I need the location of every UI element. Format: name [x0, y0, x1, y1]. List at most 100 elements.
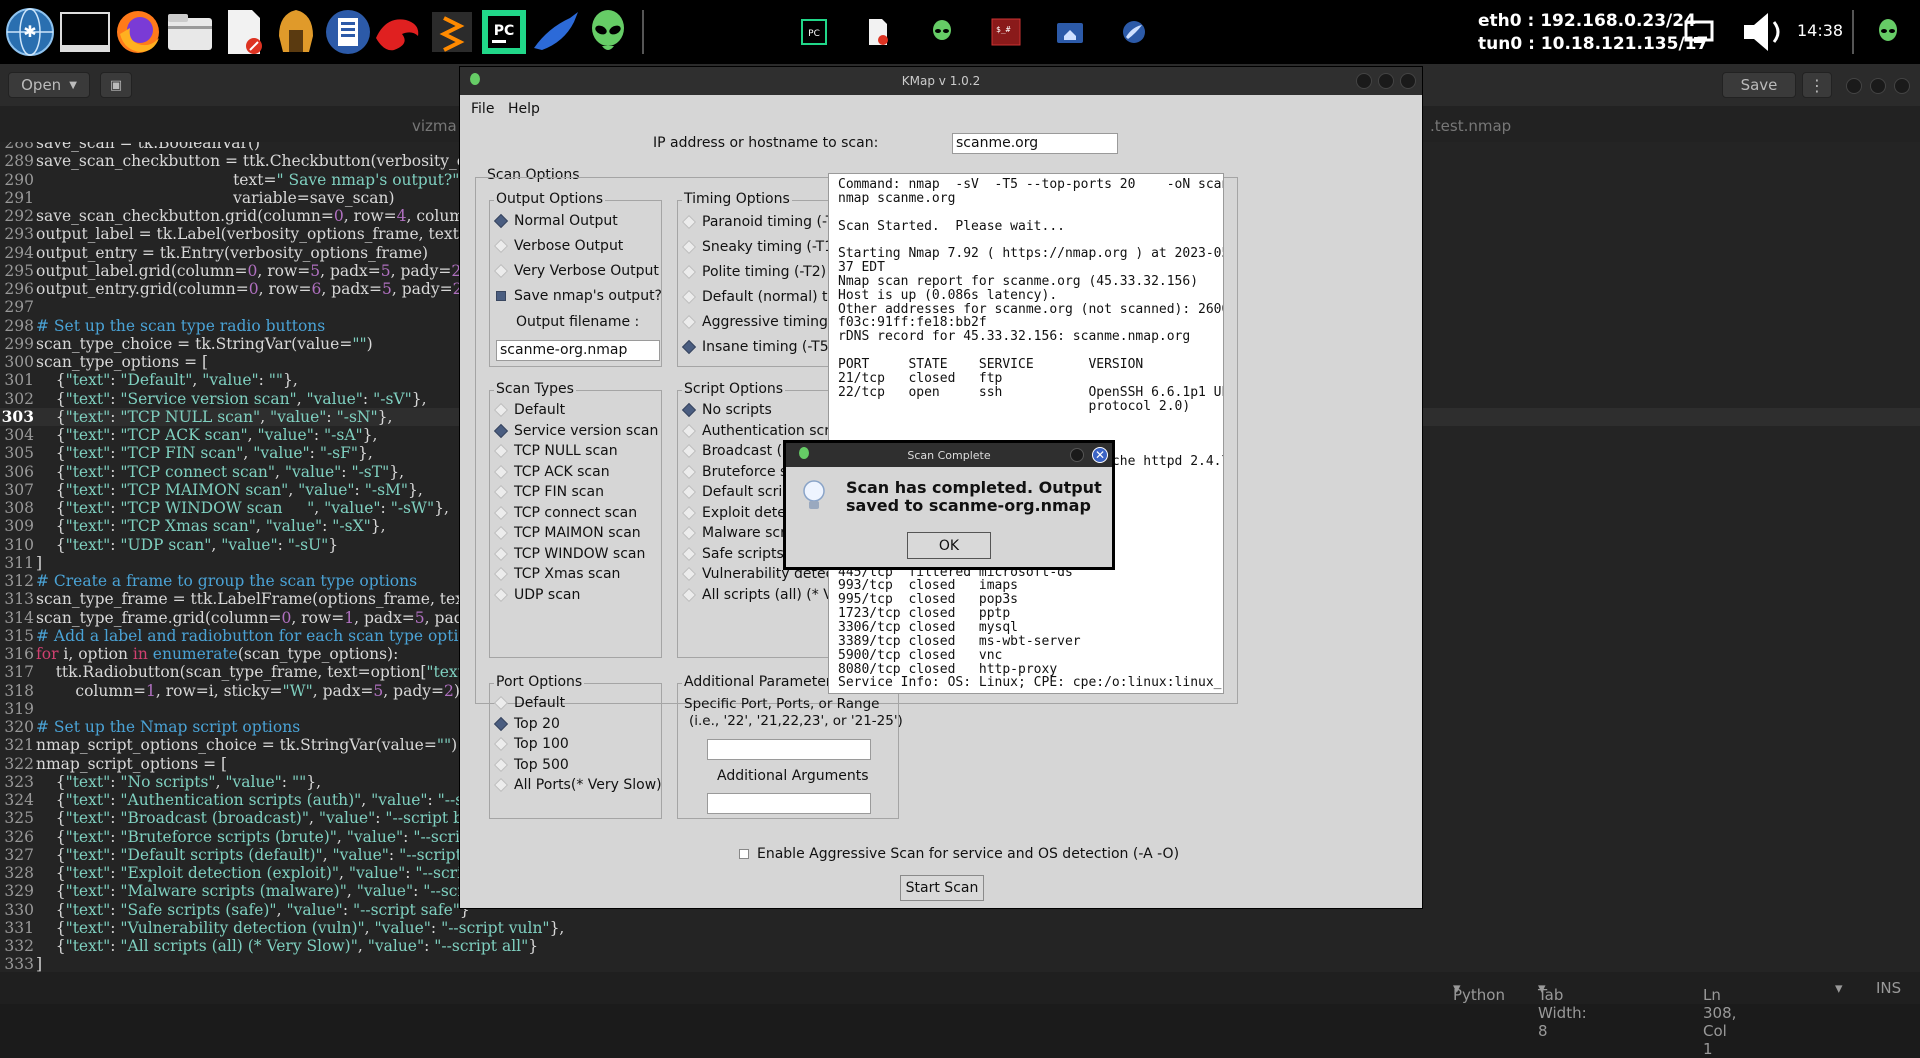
open-label: Open	[21, 76, 62, 94]
language-selector[interactable]: Python ▾	[1453, 979, 1505, 1004]
radio-scan-type-2[interactable]: TCP NULL scan	[493, 443, 618, 459]
line-number: 317	[4, 663, 34, 682]
radio-scan-type-0[interactable]: Default	[493, 402, 565, 418]
save-button[interactable]: Save	[1722, 72, 1796, 98]
ip-input[interactable]: scanme.org	[952, 133, 1118, 154]
swordfish-icon[interactable]	[530, 6, 582, 58]
aggressive-scan-checkbox[interactable]: Enable Aggressive Scan for service and O…	[739, 846, 1179, 862]
checkbox-indicator	[496, 291, 506, 301]
radio-scan-type-7[interactable]: TCP WINDOW scan	[493, 546, 645, 562]
kmap-minimize-button[interactable]	[1356, 73, 1372, 89]
output-filename-input[interactable]: scanme-org.nmap	[496, 340, 660, 361]
radio-script-option-4[interactable]: Default scrip	[681, 484, 791, 500]
port-range-input[interactable]	[707, 739, 871, 760]
pycharm-small-icon[interactable]: PC	[798, 16, 830, 48]
new-document-button[interactable]: ▣	[100, 72, 132, 98]
chevron-down-icon[interactable]: ▾	[1835, 979, 1843, 997]
radio-scan-type-9[interactable]: UDP scan	[493, 587, 580, 603]
line-number: 302	[4, 389, 34, 408]
radio-scan-type-1[interactable]: Service version scan	[493, 423, 658, 439]
radio-scan-type-8[interactable]: TCP Xmas scan	[493, 566, 620, 582]
line-number: 321	[4, 736, 34, 755]
radio-script-option-5[interactable]: Exploit detec	[681, 505, 794, 521]
home-folder-icon[interactable]	[1054, 16, 1086, 48]
dialog-message-line2: saved to scanme-org.nmap	[846, 496, 1091, 515]
terminal-red-icon[interactable]: $_#	[990, 16, 1022, 48]
alien-small-icon[interactable]	[926, 16, 958, 48]
metasploit-helmet-icon[interactable]	[270, 6, 322, 58]
dialog-ok-button[interactable]: OK	[907, 532, 991, 559]
radio-port-option-3[interactable]: Top 500	[493, 756, 569, 773]
network-wired-icon[interactable]	[1683, 16, 1715, 48]
clock[interactable]: 14:38	[1797, 21, 1843, 40]
additional-args-input[interactable]	[707, 793, 871, 814]
radio-port-option-1[interactable]: Top 20	[493, 716, 560, 732]
tab-width-selector[interactable]: Tab Width: 8 ▾	[1538, 979, 1587, 1040]
radio-indicator	[493, 566, 509, 582]
radio-label: Top 500	[514, 756, 569, 773]
file-manager-icon[interactable]	[164, 6, 216, 58]
radio-script-option-0[interactable]: No scripts	[681, 402, 772, 418]
radio-timing-t1[interactable]: Sneaky timing (-T1)	[681, 239, 839, 255]
alien-icon[interactable]	[582, 6, 634, 58]
radio-script-option-2[interactable]: Broadcast (b	[681, 443, 791, 459]
maximize-button[interactable]	[1870, 78, 1886, 94]
menu-globe-icon[interactable]: ✱	[4, 6, 56, 58]
pycharm-icon[interactable]: PC	[478, 6, 530, 58]
scan-types-title: Scan Types	[494, 381, 576, 397]
scan-output-text[interactable]: Command: nmap -sV -T5 --top-ports 20 -oN…	[828, 173, 1224, 694]
menu-help[interactable]: Help	[508, 101, 540, 117]
radio-script-option-6[interactable]: Malware scri	[681, 525, 790, 541]
radio-timing-t0[interactable]: Paranoid timing (-T0)	[681, 214, 849, 230]
dialog-close-button[interactable]: ✕	[1092, 447, 1108, 463]
radio-port-option-0[interactable]: Default	[493, 695, 565, 711]
open-button[interactable]: Open ▼	[8, 72, 90, 98]
swordfish-small-icon[interactable]	[1118, 16, 1150, 48]
close-button[interactable]	[1894, 78, 1910, 94]
volume-icon[interactable]	[1740, 8, 1788, 56]
line-number: 297	[4, 298, 34, 317]
output-options-title: Output Options	[494, 191, 606, 207]
start-scan-button[interactable]: Start Scan	[900, 875, 984, 901]
tab-left-document[interactable]: vizma	[412, 112, 457, 140]
text-editor-icon[interactable]	[218, 6, 270, 58]
radio-label: Normal Output	[514, 213, 618, 229]
radio-timing-t5[interactable]: Insane timing (-T5)	[681, 339, 834, 355]
kmap-maximize-button[interactable]	[1378, 73, 1394, 89]
menu-file[interactable]: File	[471, 101, 494, 117]
terminal-icon[interactable]	[59, 6, 111, 58]
burp-dragon-icon[interactable]	[372, 6, 424, 58]
kmap-titlebar[interactable]: KMap v 1.0.2	[460, 67, 1422, 95]
radio-scan-type-6[interactable]: TCP MAIMON scan	[493, 525, 641, 541]
dialog-titlebar[interactable]: Scan Complete ✕	[786, 443, 1112, 467]
line-number: 308	[4, 499, 34, 517]
network-manager-icon[interactable]	[322, 6, 374, 58]
script-options-title: Script Options	[682, 381, 786, 397]
code-text: {"text": "TCP Xmas scan", "value": "-sX"…	[36, 517, 386, 536]
hamburger-menu-button[interactable]: ⋮	[1802, 72, 1832, 98]
radio-timing-t2[interactable]: Polite timing (-T2)	[681, 264, 826, 280]
line-number: 294	[4, 243, 34, 262]
code-line[interactable]: 333]	[0, 955, 1920, 972]
dialog-minimize-button[interactable]	[1070, 448, 1084, 462]
radio-script-option-3[interactable]: Bruteforce s	[681, 464, 787, 480]
radio-very-verbose-output[interactable]: Very Verbose Output	[493, 263, 659, 279]
text-editor-small-icon[interactable]	[862, 16, 894, 48]
kmap-close-button[interactable]	[1400, 73, 1416, 89]
radio-scan-type-3[interactable]: TCP ACK scan	[493, 464, 610, 480]
radio-normal-output[interactable]: Normal Output	[493, 213, 618, 229]
radio-port-option-2[interactable]: Top 100	[493, 736, 569, 752]
alien-tray-icon[interactable]	[1872, 16, 1904, 48]
sublime-text-icon[interactable]	[426, 6, 478, 58]
radio-scan-type-4[interactable]: TCP FIN scan	[493, 484, 604, 500]
tab-right-document[interactable]: .test.nmap	[1430, 112, 1511, 140]
scan-types-frame: Scan Types Default Service version scan TC…	[489, 381, 662, 658]
radio-port-option-4[interactable]: All Ports(* Very Slow)	[493, 777, 662, 793]
save-output-checkbox[interactable]: Save nmap's output?	[496, 288, 662, 304]
code-line[interactable]: 332 {"text": "All scripts (all) (* Very …	[0, 937, 1920, 955]
code-line[interactable]: 331 {"text": "Vulnerability detection (v…	[0, 919, 1920, 937]
radio-verbose-output[interactable]: Verbose Output	[493, 238, 623, 254]
minimize-button[interactable]	[1846, 78, 1862, 94]
radio-scan-type-5[interactable]: TCP connect scan	[493, 505, 637, 521]
firefox-icon[interactable]	[112, 6, 164, 58]
